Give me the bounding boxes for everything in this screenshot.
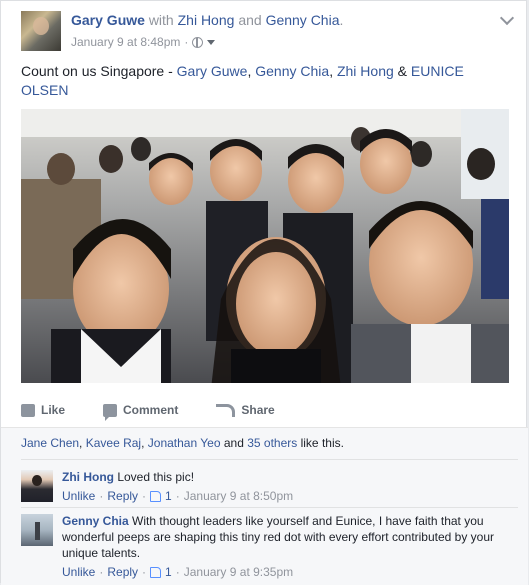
post-actions: Like Comment Share: [21, 399, 313, 421]
social-section: Jane Chen, Kavee Raj, Jonathan Yeo and 3…: [1, 427, 528, 585]
mention-genny-chia[interactable]: Genny Chia: [255, 63, 329, 79]
post-photo[interactable]: [21, 109, 509, 383]
commenter-name[interactable]: Genny Chia: [62, 514, 129, 528]
commenter-avatar[interactable]: [21, 514, 53, 546]
comment-text: Loved this pic!: [117, 470, 195, 484]
like-button[interactable]: Like: [21, 403, 65, 417]
tagged-user-genny-chia[interactable]: Genny Chia: [266, 12, 340, 28]
comment-icon: [103, 403, 118, 421]
commenter-name[interactable]: Zhi Hong: [62, 470, 114, 484]
mention-gary-guwe[interactable]: Gary Guwe: [177, 63, 248, 79]
meta-separator: ·: [175, 489, 180, 503]
comment-like-count[interactable]: 1: [165, 564, 172, 580]
meta-separator: ·: [184, 35, 189, 49]
share-label: Share: [241, 403, 275, 417]
likes-separator: ,: [79, 436, 86, 450]
thumbs-up-icon: [150, 566, 162, 578]
comment-body: Zhi Hong Loved this pic! Unlike · Reply …: [62, 469, 512, 504]
unlike-link[interactable]: Unlike: [62, 564, 95, 580]
post-header-line: Gary Guwe with Zhi Hong and Genny Chia.: [71, 12, 343, 28]
mention-separator: ,: [329, 63, 337, 79]
reply-link[interactable]: Reply: [107, 564, 138, 580]
post-timestamp[interactable]: January 9 at 8:48pm: [71, 35, 180, 49]
liker-kavee-raj[interactable]: Kavee Raj: [86, 436, 141, 450]
meta-separator: ·: [99, 565, 104, 579]
liker-jonathan-yeo[interactable]: Jonathan Yeo: [148, 436, 221, 450]
likes-sentence: Jane Chen, Kavee Raj, Jonathan Yeo and 3…: [21, 436, 344, 450]
meta-separator: ·: [142, 489, 147, 503]
and-word: and: [238, 12, 262, 28]
divider: [21, 459, 518, 460]
comment-body: Genny Chia With thought leaders like you…: [62, 513, 512, 580]
share-icon: [216, 403, 236, 417]
header-period: .: [339, 12, 344, 28]
comment-like-count[interactable]: 1: [165, 488, 172, 504]
meta-separator: ·: [175, 565, 180, 579]
meta-separator: ·: [142, 565, 147, 579]
comment-meta: Unlike · Reply · 1 · January 9 at 8:50pm: [62, 488, 512, 504]
thumbs-up-icon: [21, 403, 35, 417]
post-header: Gary Guwe with Zhi Hong and Genny Chia. …: [21, 11, 516, 53]
comment-label: Comment: [123, 403, 179, 417]
liker-jane-chen[interactable]: Jane Chen: [21, 436, 79, 450]
post-text: Count on us Singapore - Gary Guwe, Genny…: [21, 62, 511, 100]
commenter-avatar[interactable]: [21, 470, 53, 502]
likes-others-link[interactable]: 35 others: [247, 436, 297, 450]
likes-suffix: like this.: [297, 436, 344, 450]
mention-ampersand: &: [393, 63, 411, 79]
meta-separator: ·: [99, 489, 104, 503]
comment-meta: Unlike · Reply · 1 · January 9 at 9:35pm: [62, 564, 512, 580]
share-button[interactable]: Share: [216, 403, 275, 417]
thumbs-up-icon: [150, 490, 162, 502]
post-meta: January 9 at 8:48pm ·: [71, 35, 216, 49]
mention-zhi-hong[interactable]: Zhi Hong: [337, 63, 394, 79]
comment-button[interactable]: Comment: [103, 403, 179, 421]
with-word: with: [148, 12, 174, 28]
audience-chevron-down-icon[interactable]: [207, 39, 216, 45]
post-text-prefix: Count on us Singapore -: [21, 63, 177, 79]
globe-icon: [192, 36, 204, 48]
like-label: Like: [41, 403, 66, 417]
unlike-link[interactable]: Unlike: [62, 488, 95, 504]
likes-and: and: [220, 436, 248, 450]
comment-timestamp[interactable]: January 9 at 8:50pm: [184, 488, 293, 504]
comment-timestamp[interactable]: January 9 at 9:35pm: [184, 564, 293, 580]
reply-link[interactable]: Reply: [107, 488, 138, 504]
divider: [21, 507, 518, 508]
likes-separator: ,: [141, 436, 148, 450]
post-card: Gary Guwe with Zhi Hong and Genny Chia. …: [0, 0, 528, 585]
author-name[interactable]: Gary Guwe: [71, 12, 145, 28]
author-avatar[interactable]: [21, 11, 61, 51]
group-selfie-image: [21, 109, 509, 383]
tagged-user-zhi-hong[interactable]: Zhi Hong: [178, 12, 235, 28]
